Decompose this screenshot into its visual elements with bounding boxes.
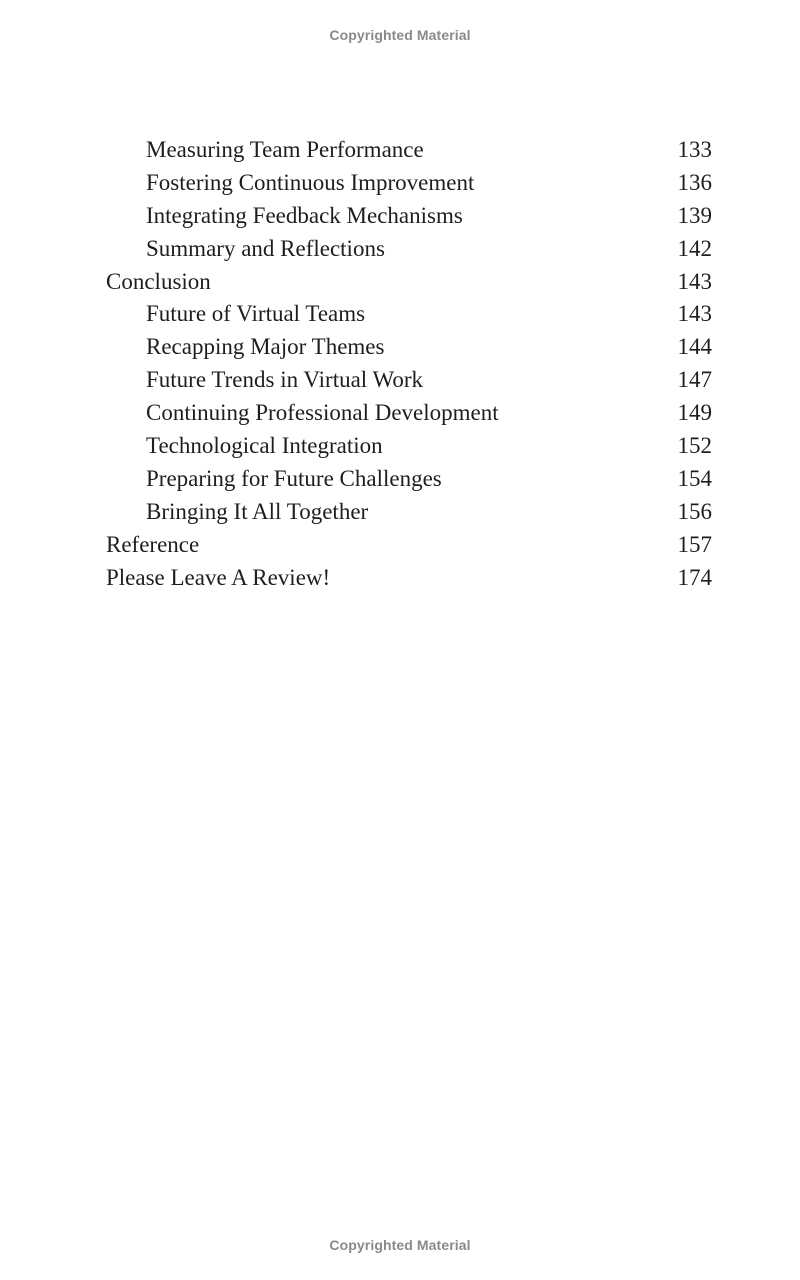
toc-entry-page: 149 bbox=[677, 400, 713, 426]
toc-entry[interactable]: Preparing for Future Challenges 154 bbox=[106, 463, 712, 496]
toc-entry[interactable]: Future Trends in Virtual Work 147 bbox=[106, 364, 712, 397]
toc-entry-page: 143 bbox=[677, 301, 713, 327]
toc-entry-title: Measuring Team Performance bbox=[146, 137, 424, 162]
toc-entry-title: Integrating Feedback Mechanisms bbox=[146, 202, 463, 228]
copyright-watermark-bottom: Copyrighted Material bbox=[329, 1237, 471, 1253]
toc-entry[interactable]: Technological Integration 152 bbox=[106, 430, 712, 463]
toc-entry[interactable]: Measuring Team Performance 133 bbox=[106, 134, 712, 167]
toc-entry[interactable]: Bringing It All Together 156 bbox=[106, 496, 712, 529]
toc-entry-page: 147 bbox=[677, 367, 713, 393]
toc-entry-page: 136 bbox=[677, 169, 713, 195]
toc-entry-title: Please Leave A Review! bbox=[106, 564, 331, 590]
toc-entry-page: 152 bbox=[677, 433, 713, 459]
toc-entry-page: 133 bbox=[677, 137, 713, 162]
toc-entry[interactable]: Recapping Major Themes 144 bbox=[106, 331, 712, 364]
toc-entry-page: 156 bbox=[677, 498, 713, 524]
toc-entry-page: 139 bbox=[677, 202, 713, 228]
toc-entry-title: Fostering Continuous Improvement bbox=[146, 169, 475, 195]
toc-entry-page: 142 bbox=[677, 235, 713, 261]
toc-chapter-entry[interactable]: Conclusion 143 bbox=[106, 266, 712, 299]
toc-entry-page: 174 bbox=[677, 564, 713, 590]
toc-entry-page: 154 bbox=[677, 465, 713, 491]
toc-entry-title: Conclusion bbox=[106, 268, 211, 294]
toc-entry-title: Reference bbox=[106, 531, 200, 557]
table-of-contents: Measuring Team Performance 133 Fostering… bbox=[106, 134, 712, 594]
toc-entry-page: 157 bbox=[677, 531, 713, 557]
toc-entry-title: Recapping Major Themes bbox=[146, 334, 385, 360]
toc-entry-page: 144 bbox=[677, 334, 713, 360]
toc-entry-title: Bringing It All Together bbox=[146, 498, 369, 524]
toc-entry-title: Future of Virtual Teams bbox=[146, 301, 366, 327]
toc-entry[interactable]: Integrating Feedback Mechanisms 139 bbox=[106, 200, 712, 233]
toc-entry[interactable]: Future of Virtual Teams 143 bbox=[106, 298, 712, 331]
toc-entry[interactable]: Continuing Professional Development 149 bbox=[106, 397, 712, 430]
toc-entry-title: Continuing Professional Development bbox=[146, 400, 499, 426]
toc-entry[interactable]: Fostering Continuous Improvement 136 bbox=[106, 167, 712, 200]
toc-entry[interactable]: Summary and Reflections 142 bbox=[106, 233, 712, 266]
toc-entry-title: Summary and Reflections bbox=[146, 235, 385, 261]
toc-entry-title: Technological Integration bbox=[146, 433, 383, 459]
toc-chapter-entry[interactable]: Reference 157 bbox=[106, 529, 712, 562]
toc-entry-title: Preparing for Future Challenges bbox=[146, 465, 442, 491]
toc-chapter-entry[interactable]: Please Leave A Review! 174 bbox=[106, 562, 712, 595]
copyright-watermark-top: Copyrighted Material bbox=[329, 27, 471, 43]
toc-entry-title: Future Trends in Virtual Work bbox=[146, 367, 424, 393]
toc-entry-page: 143 bbox=[677, 268, 713, 294]
